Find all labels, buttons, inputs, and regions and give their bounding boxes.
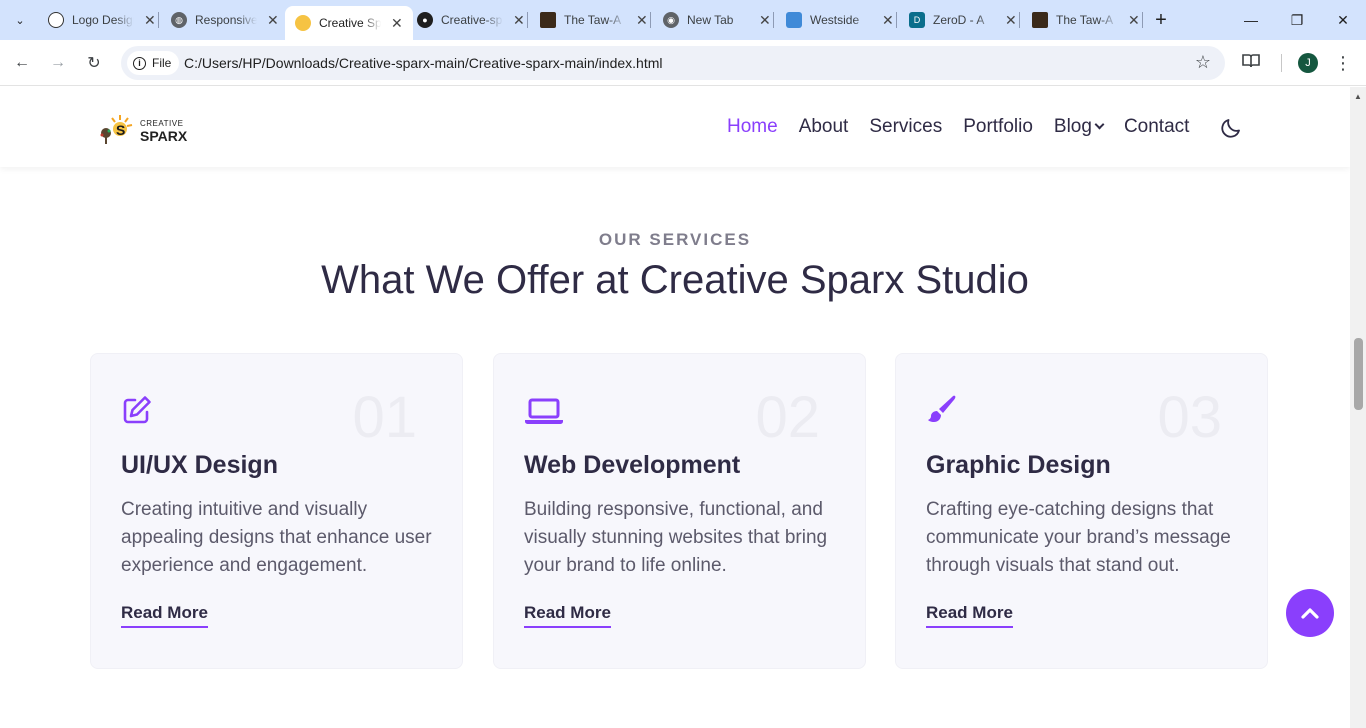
main-nav: Home About Services Portfolio Blog Conta… xyxy=(727,116,1210,138)
close-icon[interactable]: ✕ xyxy=(636,12,648,29)
scrollbar-thumb[interactable] xyxy=(1354,338,1363,410)
westside-icon xyxy=(786,12,802,28)
address-bar[interactable]: i File C:/Users/HP/Downloads/Creative-sp… xyxy=(121,46,1225,80)
taw-icon xyxy=(1032,12,1048,28)
nav-portfolio[interactable]: Portfolio xyxy=(963,116,1033,138)
chrome-icon: ◉ xyxy=(663,12,679,28)
taw-icon xyxy=(540,12,556,28)
browser-tab-7[interactable]: Westside ✕ xyxy=(776,6,904,34)
browser-tab-3-active[interactable]: Creative Sparx ✕ xyxy=(285,6,413,40)
github-icon: ● xyxy=(417,12,433,28)
section-kicker: OUR SERVICES xyxy=(598,230,752,249)
browser-tab-strip: ⌄ Logo Design ✕ ◍ Responsive ✕ Creative … xyxy=(0,0,1366,40)
service-card-graphic: 03 Graphic Design Crafting eye-catching … xyxy=(895,353,1268,669)
close-icon[interactable]: ✕ xyxy=(267,12,279,29)
paintbrush-icon xyxy=(928,395,956,422)
chevron-up-icon xyxy=(1301,608,1319,619)
browser-tab-9[interactable]: The Taw-A ✕ xyxy=(1022,6,1150,34)
site-info-chip[interactable]: i File xyxy=(127,51,180,75)
card-number: 02 xyxy=(755,385,820,450)
pen-square-icon xyxy=(123,396,151,424)
sparx-logo-mark-icon: S xyxy=(100,115,133,144)
close-icon[interactable]: ✕ xyxy=(882,12,894,29)
browser-tab-4[interactable]: ● Creative-sparx ✕ xyxy=(407,6,535,34)
close-icon[interactable]: ✕ xyxy=(144,12,156,29)
close-icon[interactable]: ✕ xyxy=(1005,12,1017,29)
card-title: Graphic Design xyxy=(926,451,1111,479)
tab-title: Logo Design xyxy=(72,13,134,27)
read-more-link[interactable]: Read More xyxy=(524,603,611,628)
profile-avatar[interactable]: J xyxy=(1298,53,1318,73)
tab-title: Westside xyxy=(810,13,860,27)
close-icon[interactable]: ✕ xyxy=(513,12,525,29)
nav-services[interactable]: Services xyxy=(869,116,942,138)
tab-title: Creative Sparx xyxy=(319,16,381,30)
new-tab-button[interactable]: + xyxy=(1150,8,1172,32)
zerod-icon: D xyxy=(909,12,925,28)
scroll-up-arrow-icon[interactable]: ▲ xyxy=(1350,89,1366,103)
card-title: Web Development xyxy=(524,451,741,479)
card-description: Crafting eye-catching designs that commu… xyxy=(926,499,1231,576)
tab-title: Creative-sparx xyxy=(441,13,503,27)
back-to-top-button[interactable] xyxy=(1286,589,1334,637)
page-viewport: S CREATIVE SPARX Home About Services Por… xyxy=(0,87,1350,728)
logo-line2: SPARX xyxy=(140,128,188,144)
minimize-button[interactable]: — xyxy=(1239,8,1263,32)
card-number: 03 xyxy=(1157,385,1222,450)
close-window-button[interactable]: ✕ xyxy=(1331,8,1355,32)
laptop-icon xyxy=(525,398,563,424)
tab-title: ZeroD - A xyxy=(933,13,985,27)
nav-blog[interactable]: Blog xyxy=(1053,116,1105,138)
logo-line1: CREATIVE xyxy=(140,119,184,128)
browser-tab-2[interactable]: ◍ Responsive ✕ xyxy=(161,6,289,34)
nav-about[interactable]: About xyxy=(799,116,849,138)
service-card-webdev: 02 Web Development Building responsive, … xyxy=(493,353,866,669)
restore-button[interactable]: ❐ xyxy=(1285,8,1309,32)
tab-title: The Taw-A xyxy=(564,13,622,27)
site-header: S CREATIVE SPARX Home About Services Por… xyxy=(0,87,1350,167)
browser-menu-icon[interactable]: ⋮ xyxy=(1333,51,1353,75)
tab-search-button[interactable]: ⌄ xyxy=(8,8,32,32)
nav-contact[interactable]: Contact xyxy=(1124,116,1189,138)
section-title: What We Offer at Creative Sparx Studio xyxy=(321,258,1029,302)
card-description: Building responsive, functional, and vis… xyxy=(524,499,828,576)
nav-blog-label: Blog xyxy=(1053,116,1092,137)
service-card-uiux: 01 UI/UX Design Creating intuitive and v… xyxy=(90,353,463,669)
tab-title: The Taw-A xyxy=(1056,13,1114,27)
info-icon: i xyxy=(133,56,146,70)
card-title: UI/UX Design xyxy=(121,451,278,479)
tab-title: Responsive xyxy=(195,13,257,27)
browser-tab-6[interactable]: ◉ New Tab ✕ xyxy=(653,6,781,34)
dark-mode-moon-icon[interactable] xyxy=(1219,116,1243,140)
bookmark-star-icon[interactable]: ☆ xyxy=(1195,52,1211,73)
back-button[interactable]: ← xyxy=(10,51,34,75)
page-scrollbar[interactable]: ▲ xyxy=(1350,87,1366,728)
nav-home[interactable]: Home xyxy=(727,116,778,138)
browser-tab-8[interactable]: D ZeroD - A ✕ xyxy=(899,6,1027,34)
openai-icon xyxy=(48,12,64,28)
read-more-link[interactable]: Read More xyxy=(926,603,1013,628)
card-number: 01 xyxy=(352,385,417,450)
chip-label: File xyxy=(152,56,172,70)
chevron-down-icon xyxy=(1094,119,1105,130)
browser-tab-1[interactable]: Logo Design ✕ xyxy=(38,6,166,34)
reload-button[interactable]: ↻ xyxy=(82,51,106,75)
reading-mode-icon[interactable] xyxy=(1241,51,1263,75)
url-text[interactable]: C:/Users/HP/Downloads/Creative-sparx-mai… xyxy=(184,55,662,71)
sparx-icon xyxy=(295,15,311,31)
browser-toolbar: ← → ↻ i File C:/Users/HP/Downloads/Creat… xyxy=(0,40,1366,86)
tab-title: New Tab xyxy=(687,13,734,27)
close-icon[interactable]: ✕ xyxy=(391,15,403,32)
forward-button[interactable]: → xyxy=(46,51,70,75)
svg-text:S: S xyxy=(116,122,125,138)
close-icon[interactable]: ✕ xyxy=(759,12,771,29)
close-icon[interactable]: ✕ xyxy=(1128,12,1140,29)
site-logo[interactable]: S CREATIVE SPARX xyxy=(98,113,188,147)
browser-tab-5[interactable]: The Taw-A ✕ xyxy=(530,6,658,34)
globe-icon: ◍ xyxy=(171,12,187,28)
card-description: Creating intuitive and visually appealin… xyxy=(121,499,432,576)
read-more-link[interactable]: Read More xyxy=(121,603,208,628)
